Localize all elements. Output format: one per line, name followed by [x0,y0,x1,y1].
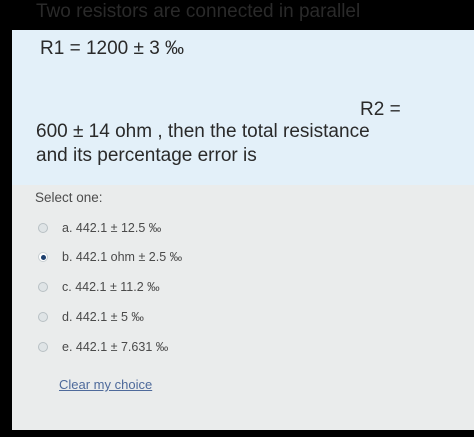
answer-option-label: b. 442.1 ohm ± 2.5 ‰ [62,250,183,264]
quiz-screen: Two resistors are connected in parallel … [0,0,474,437]
radio-button-icon[interactable] [38,342,48,352]
radio-button-selected-icon[interactable] [38,252,48,262]
answer-option-label: d. 442.1 ± 5 ‰ [62,310,144,324]
question-text-line-3: R2 = [360,99,401,120]
radio-button-icon[interactable] [38,223,48,233]
answer-option-label: a. 442.1 ± 12.5 ‰ [62,221,162,235]
clear-choice-link[interactable]: Clear my choice [59,377,152,392]
radio-button-icon[interactable] [38,312,48,322]
question-text-line-5: and its percentage error is [36,145,257,166]
select-one-label: Select one: [35,190,103,205]
question-text-line-4: 600 ± 14 ohm , then the total resistance [36,121,370,142]
answer-option-label: e. 442.1 ± 7.631 ‰ [62,340,169,354]
answer-option-label: c. 442.1 ± 11.2 ‰ [62,280,160,294]
radio-button-icon[interactable] [38,282,48,292]
question-text-line-2: R1 = 1200 ± 3 ‰ [40,38,185,59]
question-text-line-1: Two resistors are connected in parallel [36,1,361,22]
